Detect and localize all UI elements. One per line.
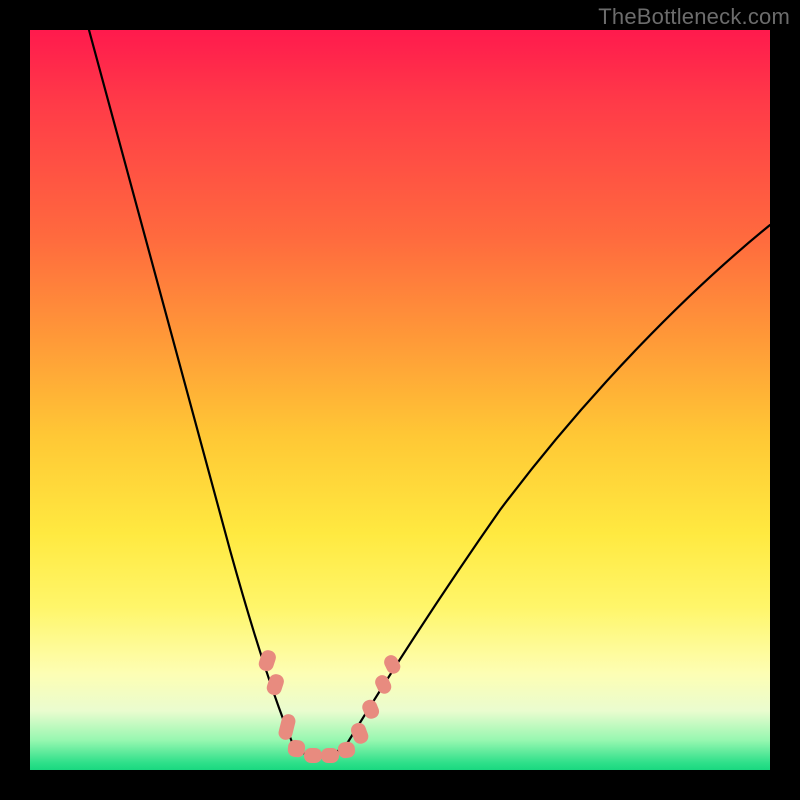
plot-area [30,30,770,770]
data-marker [382,653,403,676]
data-marker [304,748,322,763]
chart-frame: TheBottleneck.com [0,0,800,800]
data-marker [287,739,306,758]
data-marker [337,741,356,759]
chart-overlay [30,30,770,770]
data-marker [277,713,297,742]
data-marker [321,748,339,763]
data-marker [349,721,370,746]
curve-left-arm [89,30,292,742]
bottleneck-curve [89,30,770,756]
watermark-text: TheBottleneck.com [598,4,790,30]
curve-right-arm [348,225,770,742]
data-marker [373,673,394,696]
